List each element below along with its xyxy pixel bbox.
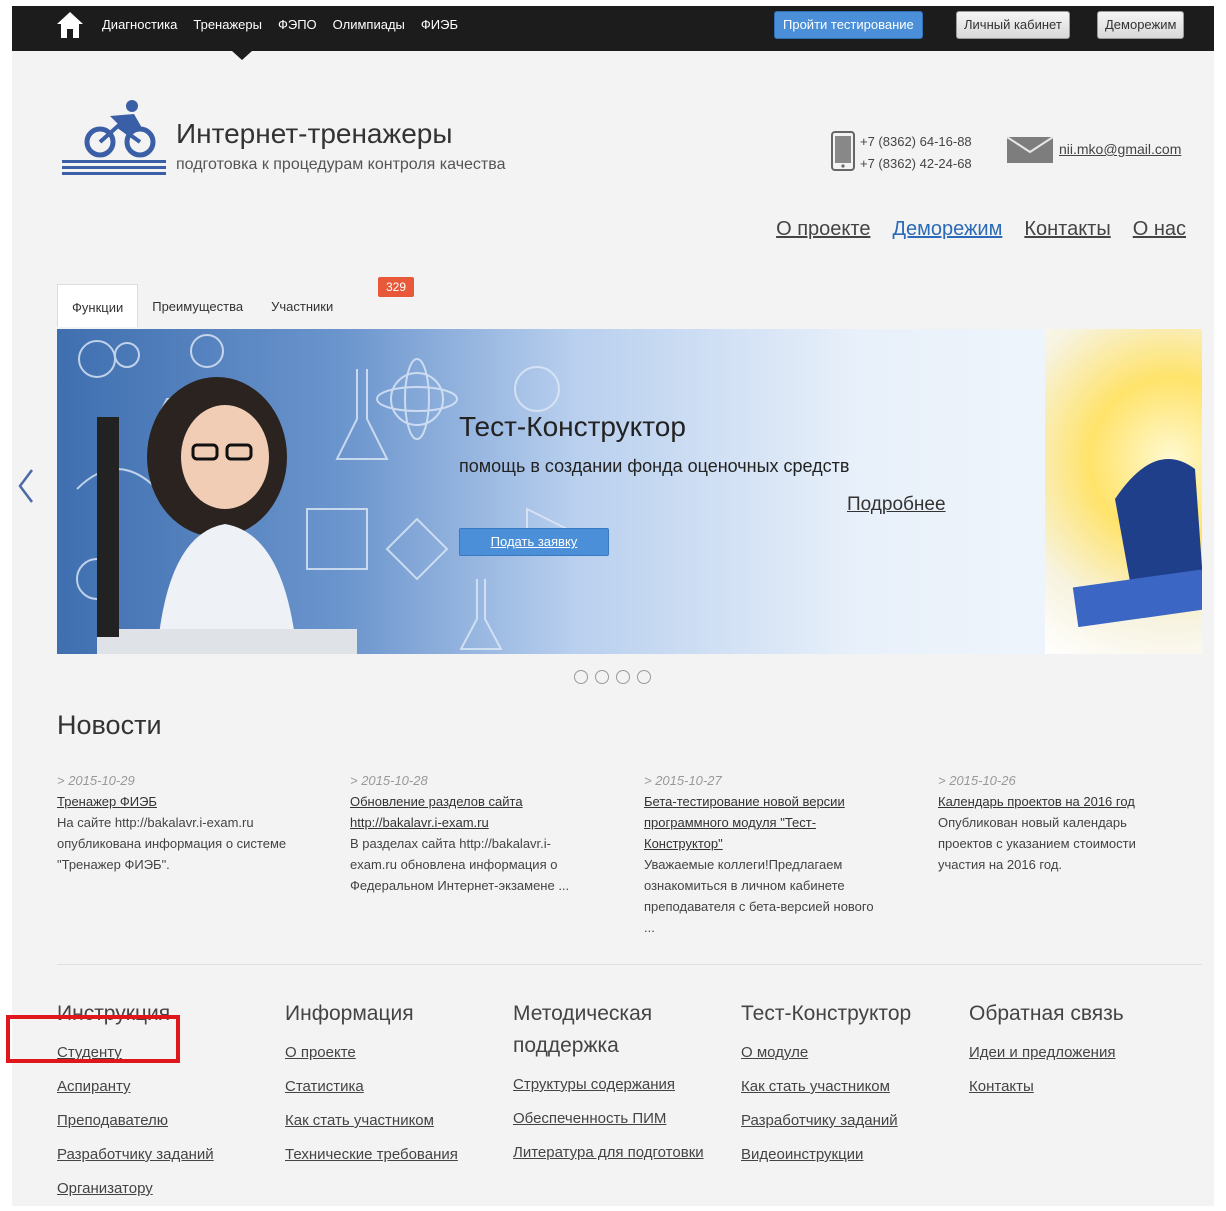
news-text: В разделах сайта http://bakalavr.i-exam.… (350, 836, 570, 893)
slider-dot[interactable] (616, 670, 630, 684)
news-date: > 2015-10-26 (938, 773, 1016, 788)
header-nav: О проекте Деморежим Контакты О нас (776, 218, 1186, 241)
footer-link-postgraduate[interactable]: Аспиранту (57, 1070, 277, 1104)
slider-dot[interactable] (637, 670, 651, 684)
top-nav-fepo[interactable]: ФЭПО (278, 17, 317, 32)
footer-link-about-project[interactable]: О проекте (285, 1036, 505, 1070)
footer-link-tech-requirements[interactable]: Технические требования (285, 1138, 505, 1172)
apply-button[interactable]: Подать заявку (459, 528, 609, 556)
news-item: > 2015-10-29 Тренажер ФИЭБ На сайте http… (57, 770, 297, 875)
footer-heading: Обратная связь (969, 1002, 1124, 1025)
footer-link-literature[interactable]: Литература для подготовки (513, 1136, 733, 1170)
header-nav-about-project[interactable]: О проекте (776, 218, 870, 241)
take-test-button[interactable]: Пройти тестирование (774, 11, 923, 39)
footer-link-video-instructions[interactable]: Видеоинструкции (741, 1138, 961, 1172)
site-title: Интернет-тренажеры (176, 118, 453, 149)
news-date: > 2015-10-27 (644, 773, 722, 788)
feature-tabs: Функции Преимущества Участники (57, 284, 347, 327)
top-nav-diagnostics[interactable]: Диагностика (102, 17, 177, 32)
footer-link-ideas[interactable]: Идеи и предложения (969, 1036, 1189, 1070)
news-heading: Новости (57, 710, 162, 740)
top-nav-fieb[interactable]: ФИЭБ (421, 17, 458, 32)
footer-link-statistics[interactable]: Статистика (285, 1070, 505, 1104)
participants-count-badge: 329 (378, 277, 415, 297)
top-nav-olympiads[interactable]: Олимпиады (333, 17, 405, 32)
footer-link-contacts[interactable]: Контакты (969, 1070, 1189, 1104)
news-text: Опубликован новый календарь проектов с у… (938, 815, 1136, 872)
news-item: > 2015-10-28 Обновление разделов сайта h… (350, 770, 590, 896)
header-nav-contacts[interactable]: Контакты (1024, 218, 1110, 241)
site-subtitle: подготовка к процедурам контроля качеств… (176, 156, 506, 173)
mail-icon (1006, 136, 1054, 163)
product-image (1045, 329, 1202, 654)
header-nav-demo[interactable]: Деморежим (892, 218, 1002, 241)
teacher-photo (97, 377, 357, 654)
banner-subtitle: помощь в создании фонда оценочных средст… (459, 456, 850, 476)
footer-heading: Информация (285, 1002, 414, 1025)
news-date: > 2015-10-28 (350, 773, 428, 788)
news-text: На сайте http://bakalavr.i-exam.ru опубл… (57, 815, 287, 872)
slider-dot[interactable] (574, 670, 588, 684)
header-nav-about-us[interactable]: О нас (1133, 218, 1186, 241)
footer-link-task-developer[interactable]: Разработчику заданий (741, 1104, 961, 1138)
nav-pointer (232, 51, 252, 60)
news-date: > 2015-10-29 (57, 773, 135, 788)
top-bar: Диагностика Тренажеры ФЭПО Олимпиады ФИЭ… (12, 6, 1214, 51)
footer-link-task-developer[interactable]: Разработчику заданий (57, 1138, 277, 1172)
cyclist-logo-icon[interactable] (60, 98, 166, 178)
footer-link-pim-coverage[interactable]: Обеспеченность ПИМ (513, 1102, 733, 1136)
slider-dot[interactable] (595, 670, 609, 684)
phone-number-2: +7 (8362) 42-24-68 (860, 156, 972, 171)
footer-column-information: Информация О проекте Статистика Как стат… (285, 998, 505, 1172)
footer-link-teacher[interactable]: Преподавателю (57, 1104, 277, 1138)
news-title-link[interactable]: Тренажер ФИЭБ (57, 791, 297, 812)
news-item: > 2015-10-27 Бета-тестирование новой вер… (644, 770, 884, 938)
footer-heading: Тест-Конструктор (741, 1002, 912, 1025)
footer-link-become-participant[interactable]: Как стать участником (285, 1104, 505, 1138)
phone-numbers: +7 (8362) 64-16-88 +7 (8362) 42-24-68 (860, 131, 972, 175)
demo-mode-button[interactable]: Деморежим (1097, 11, 1185, 39)
news-title-link[interactable]: Обновление разделов сайта http://bakalav… (350, 791, 590, 833)
top-nav: Диагностика Тренажеры ФЭПО Олимпиады ФИЭ… (102, 17, 474, 32)
top-nav-trainers[interactable]: Тренажеры (193, 17, 262, 32)
footer-link-organizer[interactable]: Организатору (57, 1172, 277, 1206)
personal-cabinet-button[interactable]: Личный кабинет (956, 11, 1070, 39)
page: Диагностика Тренажеры ФЭПО Олимпиады ФИЭ… (12, 6, 1214, 1206)
footer-link-content-structures[interactable]: Структуры содержания (513, 1068, 733, 1102)
news-title-link[interactable]: Бета-тестирование новой версии программн… (644, 791, 884, 854)
footer-link-about-module[interactable]: О модуле (741, 1036, 961, 1070)
tab-participants[interactable]: Участники (257, 284, 347, 327)
email-link[interactable]: nii.mko@gmail.com (1059, 141, 1181, 157)
news-text: Уважаемые коллеги!Предлагаем ознакомитьс… (644, 857, 874, 935)
phone-number-1: +7 (8362) 64-16-88 (860, 134, 972, 149)
highlight-annotation-box (6, 1015, 180, 1063)
banner-more-link[interactable]: Подробнее (847, 494, 946, 516)
device-icon (1072, 459, 1202, 628)
slider-pagination (574, 670, 651, 684)
tab-functions[interactable]: Функции (57, 284, 139, 327)
news-item: > 2015-10-26 Календарь проектов на 2016 … (938, 770, 1178, 875)
footer-column-feedback: Обратная связь Идеи и предложения Контак… (969, 998, 1189, 1104)
home-icon[interactable] (56, 10, 84, 40)
tab-advantages[interactable]: Преимущества (138, 284, 257, 327)
footer-heading: Методическая поддержка (513, 1002, 653, 1057)
promo-banner: Тест-Конструктор помощь в создании фонда… (57, 329, 1202, 654)
phone-icon (831, 131, 855, 171)
footer-column-test-constructor: Тест-Конструктор О модуле Как стать учас… (741, 998, 961, 1172)
banner-title: Тест-Конструктор (459, 411, 686, 442)
news-title-link[interactable]: Календарь проектов на 2016 год (938, 791, 1178, 812)
footer-link-become-participant[interactable]: Как стать участником (741, 1070, 961, 1104)
chevron-left-icon[interactable] (16, 468, 36, 504)
section-divider (57, 964, 1202, 965)
footer-column-methodical-support: Методическая поддержка Структуры содержа… (513, 998, 733, 1170)
